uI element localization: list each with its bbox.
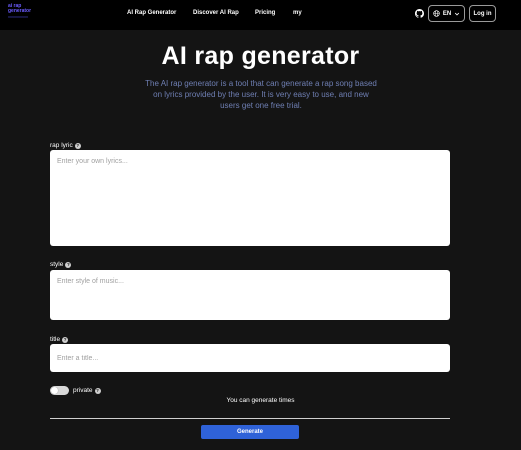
nav-pricing[interactable]: Pricing bbox=[255, 10, 275, 16]
style-input[interactable] bbox=[50, 270, 450, 320]
github-icon[interactable] bbox=[415, 9, 424, 18]
language-label: EN bbox=[442, 10, 452, 17]
lyrics-label-row: rap lyric ? bbox=[50, 142, 81, 149]
help-icon[interactable]: ? bbox=[94, 387, 101, 394]
chevron-down-icon bbox=[455, 12, 460, 15]
title-input[interactable] bbox=[50, 344, 450, 372]
help-icon[interactable]: ? bbox=[65, 261, 72, 268]
private-label: private bbox=[73, 387, 93, 394]
top-nav-bar: ai rap generator xxxxxxxxxx AI Rap Gener… bbox=[0, 0, 521, 30]
globe-icon bbox=[433, 10, 440, 17]
lyrics-input[interactable] bbox=[50, 150, 450, 246]
nav-my[interactable]: my bbox=[293, 10, 302, 16]
private-label-row: private ? bbox=[73, 387, 101, 394]
nav-ai-rap-generator[interactable]: AI Rap Generator bbox=[127, 10, 176, 16]
logo-line-3: xxxxxxxxxx bbox=[8, 14, 28, 19]
style-label: style bbox=[50, 261, 64, 268]
page-title: AI rap generator bbox=[161, 42, 360, 70]
page-description: The AI rap generator is a tool that can … bbox=[145, 79, 377, 110]
generate-count-info: You can generate times bbox=[226, 397, 295, 404]
generate-button[interactable]: Generate bbox=[201, 425, 299, 439]
language-selector[interactable]: EN bbox=[428, 5, 465, 22]
private-toggle[interactable] bbox=[50, 386, 69, 395]
logo[interactable]: ai rap generator xxxxxxxxxx bbox=[8, 4, 48, 20]
style-label-row: style ? bbox=[50, 261, 72, 268]
title-label-row: title ? bbox=[50, 336, 69, 343]
help-icon[interactable]: ? bbox=[62, 336, 69, 343]
toggle-knob bbox=[51, 387, 58, 394]
nav-discover-ai-rap[interactable]: Discover AI Rap bbox=[193, 10, 239, 16]
help-icon[interactable]: ? bbox=[74, 142, 81, 149]
lyrics-label: rap lyric bbox=[50, 142, 73, 149]
login-button[interactable]: Log in bbox=[469, 5, 496, 22]
divider bbox=[50, 418, 450, 419]
title-label: title bbox=[50, 336, 61, 343]
